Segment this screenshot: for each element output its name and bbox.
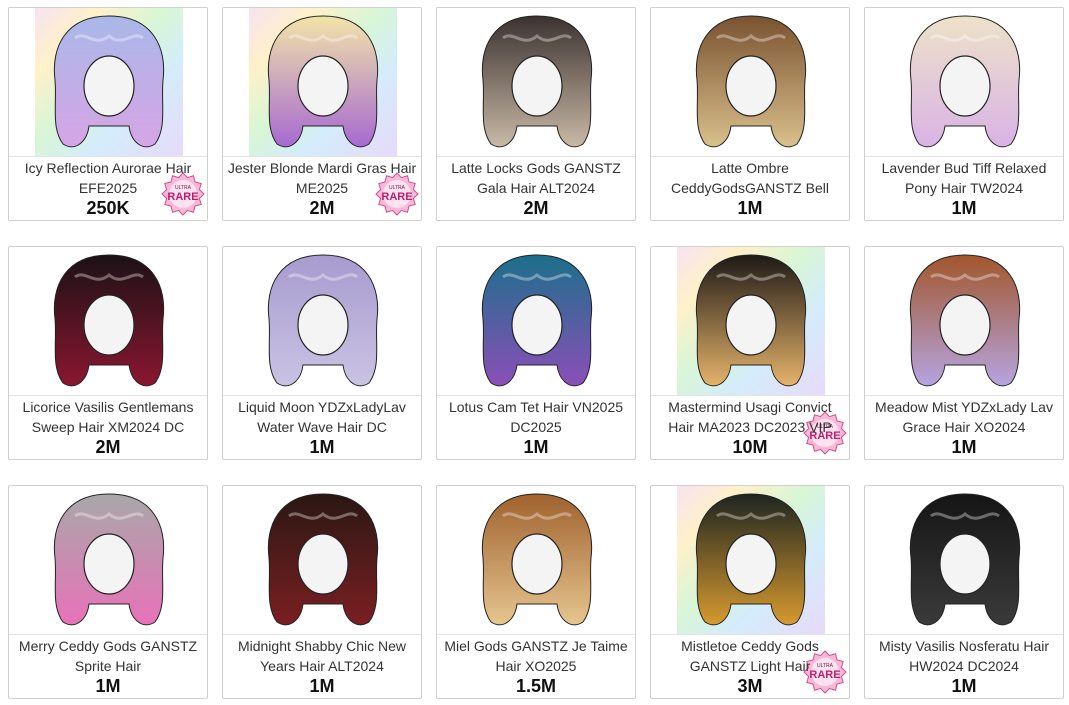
hair-icon xyxy=(35,247,183,395)
hair-icon xyxy=(677,486,825,634)
hair-icon xyxy=(35,486,183,634)
item-name[interactable]: Latte Ombre CeddyGodsGANSTZ Bell xyxy=(655,158,845,198)
hair-icon xyxy=(677,8,825,156)
card-divider xyxy=(651,156,849,157)
item-name[interactable]: Mastermind Usagi Convict Hair MA2023 DC2… xyxy=(655,397,845,437)
item-card[interactable]: Miel Gods GANSTZ Je Taime Hair XO2025 1.5… xyxy=(436,485,636,699)
hair-illustration xyxy=(909,254,1021,387)
hair-icon xyxy=(463,8,611,156)
item-price: 1M xyxy=(737,198,763,218)
item-card[interactable]: Merry Ceddy Gods GANSTZ Sprite Hair 1M xyxy=(8,485,208,699)
card-divider xyxy=(437,634,635,635)
item-name[interactable]: Mistletoe Ceddy Gods GANSTZ Light Hair xyxy=(655,636,845,676)
card-divider xyxy=(865,156,1063,157)
item-grid: ULTRA RARE Icy Reflection Aurorae Hair EFE… xyxy=(8,7,1064,699)
item-price: 10M xyxy=(732,437,768,457)
card-divider xyxy=(223,156,421,157)
hair-icon xyxy=(249,247,397,395)
item-price: 1M xyxy=(309,676,335,696)
item-price: 1M xyxy=(95,676,121,696)
card-divider xyxy=(651,634,849,635)
card-divider xyxy=(437,156,635,157)
hair-illustration xyxy=(267,15,379,148)
card-divider xyxy=(865,395,1063,396)
item-price: 1M xyxy=(951,198,977,218)
item-name[interactable]: Liquid Moon YDZxLadyLav Water Wave Hair … xyxy=(227,397,417,437)
hair-icon xyxy=(249,486,397,634)
item-card[interactable]: Midnight Shabby Chic New Years Hair ALT2… xyxy=(222,485,422,699)
hair-icon xyxy=(677,247,825,395)
hair-illustration xyxy=(267,493,379,626)
hair-illustration xyxy=(53,493,165,626)
item-card[interactable]: ULTRA RARE Jester Blonde Mardi Gras Hair M… xyxy=(222,7,422,221)
item-price: 2M xyxy=(95,437,121,457)
hair-illustration xyxy=(481,493,593,626)
hair-icon xyxy=(891,8,1039,156)
hair-illustration xyxy=(909,493,1021,626)
item-card[interactable]: ULTRA RARE Icy Reflection Aurorae Hair EFE… xyxy=(8,7,208,221)
card-divider xyxy=(223,395,421,396)
hair-illustration xyxy=(53,15,165,148)
item-price: 1M xyxy=(951,437,977,457)
hair-illustration xyxy=(53,254,165,387)
item-card[interactable]: Liquid Moon YDZxLadyLav Water Wave Hair … xyxy=(222,246,422,460)
hair-illustration xyxy=(695,493,807,626)
card-divider xyxy=(9,156,207,157)
card-divider xyxy=(437,395,635,396)
item-name[interactable]: Licorice Vasilis Gentlemans Sweep Hair X… xyxy=(13,397,203,437)
item-card[interactable]: ULTRA RARE Mistletoe Ceddy Gods GANSTZ Lig… xyxy=(650,485,850,699)
item-name[interactable]: Icy Reflection Aurorae Hair EFE2025 xyxy=(13,158,203,198)
hair-illustration xyxy=(267,254,379,387)
item-price: 2M xyxy=(523,198,549,218)
item-price: 2M xyxy=(309,198,335,218)
item-price: 1M xyxy=(951,676,977,696)
hair-illustration xyxy=(909,15,1021,148)
hair-icon xyxy=(463,486,611,634)
item-price: 3M xyxy=(737,676,763,696)
item-name[interactable]: Jester Blonde Mardi Gras Hair ME2025 xyxy=(227,158,417,198)
hair-illustration xyxy=(481,254,593,387)
item-card[interactable]: Latte Ombre CeddyGodsGANSTZ Bell 1M xyxy=(650,7,850,221)
hair-icon xyxy=(463,247,611,395)
card-divider xyxy=(651,395,849,396)
card-divider xyxy=(865,634,1063,635)
hair-icon xyxy=(249,8,397,156)
item-name[interactable]: Lotus Cam Tet Hair VN2025 DC2025 xyxy=(441,397,631,437)
item-name[interactable]: Meadow Mist YDZxLady Lav Grace Hair XO20… xyxy=(869,397,1059,437)
item-name[interactable]: Latte Locks Gods GANSTZ Gala Hair ALT202… xyxy=(441,158,631,198)
hair-icon xyxy=(35,8,183,156)
item-card[interactable]: Meadow Mist YDZxLady Lav Grace Hair XO20… xyxy=(864,246,1064,460)
item-card[interactable]: ULTRA RARE Mastermind Usagi Convict Hair M… xyxy=(650,246,850,460)
card-divider xyxy=(9,634,207,635)
item-card[interactable]: Lavender Bud Tiff Relaxed Pony Hair TW20… xyxy=(864,7,1064,221)
hair-illustration xyxy=(481,15,593,148)
item-name[interactable]: Misty Vasilis Nosferatu Hair HW2024 DC20… xyxy=(869,636,1059,676)
card-divider xyxy=(9,395,207,396)
item-card[interactable]: Misty Vasilis Nosferatu Hair HW2024 DC20… xyxy=(864,485,1064,699)
item-name[interactable]: Merry Ceddy Gods GANSTZ Sprite Hair xyxy=(13,636,203,676)
hair-icon xyxy=(891,247,1039,395)
item-price: 1.5M xyxy=(515,676,557,696)
item-price: 1M xyxy=(309,437,335,457)
hair-illustration xyxy=(695,15,807,148)
item-name[interactable]: Miel Gods GANSTZ Je Taime Hair XO2025 xyxy=(441,636,631,676)
item-price: 250K xyxy=(86,198,130,218)
hair-icon xyxy=(891,486,1039,634)
card-divider xyxy=(223,634,421,635)
item-card[interactable]: Lotus Cam Tet Hair VN2025 DC2025 1M xyxy=(436,246,636,460)
item-price: 1M xyxy=(523,437,549,457)
hair-illustration xyxy=(695,254,807,387)
item-card[interactable]: Latte Locks Gods GANSTZ Gala Hair ALT202… xyxy=(436,7,636,221)
item-card[interactable]: Licorice Vasilis Gentlemans Sweep Hair X… xyxy=(8,246,208,460)
item-name[interactable]: Lavender Bud Tiff Relaxed Pony Hair TW20… xyxy=(869,158,1059,198)
item-name[interactable]: Midnight Shabby Chic New Years Hair ALT2… xyxy=(227,636,417,676)
